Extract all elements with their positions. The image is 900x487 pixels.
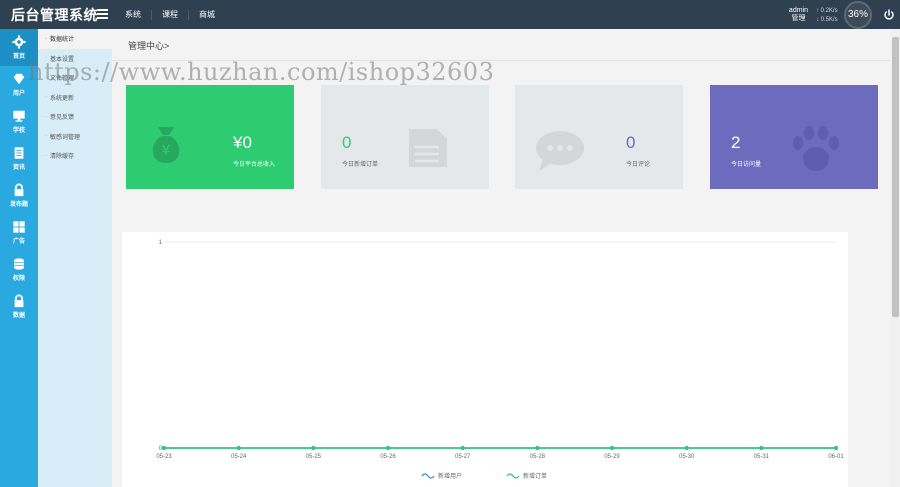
document-icon: [14, 147, 24, 159]
stat-value: 0: [342, 133, 352, 152]
left-nav-school[interactable]: 学校: [0, 103, 38, 140]
admin-menu[interactable]: admin 管理: [789, 7, 808, 23]
power-icon[interactable]: [878, 0, 900, 29]
svg-text:¥: ¥: [162, 143, 171, 159]
top-nav-course[interactable]: 课程: [152, 9, 189, 20]
stat-card-revenue: ¥ ¥0 今日平台总收入: [126, 85, 294, 189]
y-tick-label: 0: [159, 446, 163, 452]
money-bag-icon: ¥: [152, 127, 180, 163]
stat-card-visits: 2 今日访问量: [710, 85, 878, 189]
document-icon: [409, 129, 447, 167]
data-point: [162, 446, 166, 450]
stat-value: 0: [626, 133, 636, 152]
gear-icon: [12, 35, 26, 49]
x-tick-label: 05-26: [380, 454, 396, 460]
data-point: [311, 446, 316, 450]
stat-value: 2: [731, 133, 741, 152]
watermark: https://www.huzhan.com/ishop32603: [28, 58, 495, 86]
grid-icon: [13, 221, 25, 233]
brand: 后台管理系统: [0, 0, 112, 29]
x-tick-label: 05-25: [306, 454, 322, 460]
submenu-item-sensitive-words[interactable]: 敏感词管理: [38, 127, 112, 147]
left-nav-news[interactable]: 资讯: [0, 140, 38, 177]
submenu-item-system-update[interactable]: 系统更新: [38, 88, 112, 108]
chart-panel: 0 1 05-23 05-24 05-25 05-26 05-27 05-28 05-29 05-…: [122, 232, 848, 487]
left-nav-data[interactable]: 数据: [0, 288, 38, 325]
x-tick-label: 05-24: [231, 454, 247, 460]
line-chart: 0 1 05-23 05-24 05-25 05-26 05-27 05-28 05-29 05-…: [156, 240, 844, 480]
data-point: [535, 446, 540, 450]
admin-name: admin: [788, 6, 808, 14]
left-nav-label: 首页: [12, 54, 25, 60]
left-nav-label: 资讯: [12, 165, 25, 171]
top-nav: 系统 课程 商城: [115, 0, 225, 29]
x-tick-label: 05-29: [604, 454, 620, 460]
diamond-icon: [13, 73, 25, 85]
chat-bubble-icon: [536, 131, 584, 171]
menu-toggle-icon[interactable]: [97, 9, 108, 19]
left-nav-publish[interactable]: 发布题: [0, 177, 38, 214]
submenu-item-feedback[interactable]: 意见反馈: [38, 107, 112, 127]
left-nav-label: 发布题: [9, 202, 28, 208]
app-title: 后台管理系统: [11, 6, 98, 23]
monitor-icon: [13, 110, 25, 122]
stat-label: 今日平台总收入: [233, 162, 276, 168]
paw-icon: [793, 126, 839, 171]
legend-label: 新增用户: [438, 472, 462, 480]
y-tick-label: 1: [159, 240, 163, 246]
top-nav-system[interactable]: 系统: [115, 9, 152, 20]
stat-value: ¥0: [233, 133, 252, 152]
left-nav-permissions[interactable]: 权限: [0, 251, 38, 288]
lock-icon: [14, 183, 24, 197]
data-point: [759, 446, 764, 450]
stat-label: 今日新增订单: [342, 162, 379, 168]
breadcrumb: 管理中心>: [128, 41, 170, 51]
left-nav-label: 用户: [12, 91, 25, 97]
left-nav-label: 广告: [12, 239, 25, 245]
submenu-item-clear-cache[interactable]: 清除缓存: [38, 146, 112, 166]
stat-card-orders: 0 今日新增订单: [321, 85, 489, 189]
left-nav-label: 学校: [12, 128, 25, 134]
legend-marker: [506, 473, 520, 479]
legend-marker: [421, 473, 435, 479]
x-tick-label: 05-28: [530, 454, 546, 460]
stat-label: 今日访问量: [731, 162, 762, 168]
network-speed-widget: ↑ 0.2K/s ↓ 0.5K/s 36%: [814, 0, 874, 29]
scroll-thumb[interactable]: [892, 37, 899, 317]
main-content: 管理中心> ¥ ¥0 今日平台总收入 0 今日新增订单 0 今日评论 2 今日访…: [112, 29, 900, 487]
top-nav-mall[interactable]: 商城: [189, 10, 225, 20]
download-speed: ↓ 0.5K/s: [816, 16, 838, 23]
left-nav-label: 数据: [12, 313, 25, 319]
legend-label: 新增订单: [523, 472, 547, 480]
submenu: 数据统计 基本设置 文件管理 系统更新 意见反馈 敏感词管理 清除缓存: [38, 29, 112, 487]
left-nav: 首页 用户 学校 资讯 发布题 广告 权限 数据: [0, 29, 38, 487]
data-point: [834, 446, 838, 450]
data-point: [684, 446, 689, 450]
top-right: admin 管理 ↑ 0.2K/s ↓ 0.5K/s 36%: [789, 0, 900, 29]
data-point: [460, 446, 465, 450]
x-tick-label: 05-31: [754, 454, 770, 460]
data-point: [386, 446, 390, 450]
stat-card-comments: 0 今日评论: [515, 85, 683, 189]
speed-percent: 36%: [844, 0, 872, 29]
data-point: [610, 446, 614, 450]
lock-icon: [14, 294, 24, 308]
top-bar: 后台管理系统 系统 课程 商城 admin 管理 ↑ 0.2K/s ↓ 0.5K…: [0, 0, 900, 29]
x-tick-label: 05-27: [455, 454, 471, 460]
x-tick-label: 05-23: [156, 454, 172, 460]
database-icon: [14, 258, 24, 270]
left-nav-label: 权限: [12, 276, 25, 282]
left-nav-ads[interactable]: 广告: [0, 214, 38, 251]
data-point: [236, 446, 241, 450]
x-tick-label: 06-01: [828, 454, 844, 460]
upload-speed: ↑ 0.2K/s: [816, 7, 838, 14]
submenu-item-stats[interactable]: 数据统计: [38, 29, 112, 49]
x-tick-label: 05-30: [679, 454, 695, 460]
scrollbar[interactable]: [891, 29, 900, 487]
admin-role: 管理: [791, 14, 806, 22]
stat-label: 今日评论: [626, 162, 651, 168]
